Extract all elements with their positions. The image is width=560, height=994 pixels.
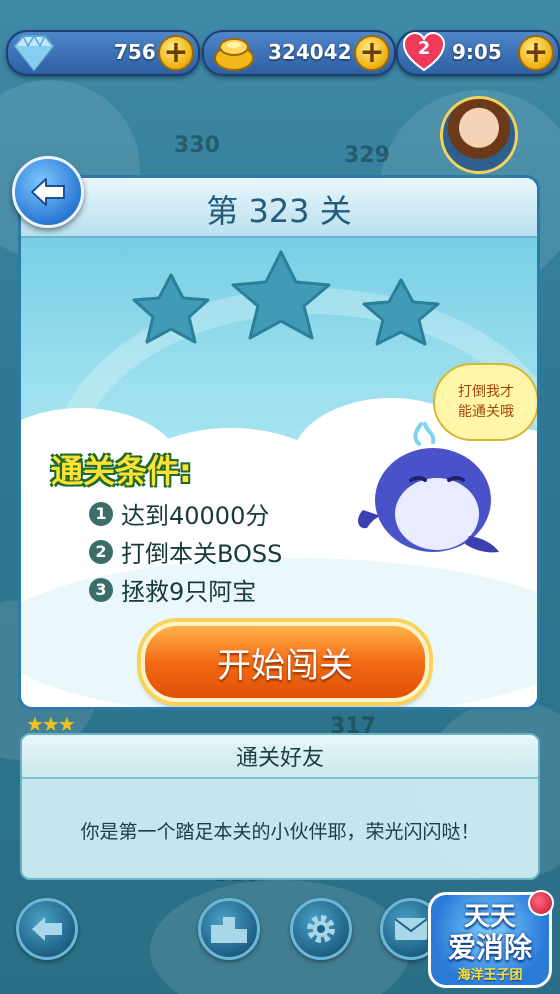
condition-item: 2 打倒本关BOSS [89, 534, 282, 569]
diamond-count: 756 [114, 40, 156, 64]
podium-icon [211, 917, 247, 943]
arrow-left-icon [32, 917, 62, 941]
star-empty-icon [362, 278, 440, 346]
settings-button[interactable] [290, 898, 352, 960]
friends-panel-title: 通关好友 [22, 735, 538, 779]
friend-avatar[interactable] [440, 96, 518, 174]
condition-item: 3 拯救9只阿宝 [89, 572, 256, 607]
start-level-button[interactable]: 开始闯关 [141, 622, 429, 702]
arrow-left-icon [31, 178, 65, 206]
friends-panel-message: 你是第一个踏足本关的小伙伴耶，荣光闪闪哒！ [80, 821, 480, 843]
diamond-icon [10, 28, 58, 76]
boss-speech-bubble: 打倒我才 能通关哦 [433, 363, 537, 441]
diamond-counter: 756 + [6, 30, 200, 76]
star-empty-icon [132, 273, 210, 344]
condition-number: 2 [89, 539, 113, 564]
add-lives-button[interactable]: + [518, 35, 554, 71]
game-logo: 天天 爱消除 海洋王子团 [424, 890, 556, 990]
dialog-header: 第 323 关 [21, 178, 537, 238]
condition-item: 1 达到40000分 [89, 496, 269, 531]
lives-count: 2 [417, 38, 431, 59]
add-coins-button[interactable]: + [354, 35, 390, 71]
map-level-number: 329 [344, 143, 390, 168]
condition-text: 达到40000分 [121, 502, 270, 530]
speech-line: 能通关哦 [458, 404, 514, 420]
leaderboard-button[interactable] [198, 898, 260, 960]
star-empty-icon [231, 250, 331, 340]
gear-icon [307, 915, 335, 943]
condition-number: 1 [89, 501, 113, 526]
coin-counter: 324042 + [202, 30, 396, 76]
speech-line: 打倒我才 [458, 384, 514, 400]
bottom-back-button[interactable] [16, 898, 78, 960]
map-level-number: 330 [174, 133, 220, 158]
add-diamonds-button[interactable]: + [158, 35, 194, 71]
logo-line: 爱消除 [447, 931, 532, 964]
heart-icon: 2 [400, 28, 448, 76]
conditions-title: 通关条件: [51, 452, 192, 490]
rose-icon [528, 890, 554, 916]
coin-pot-icon [210, 28, 258, 76]
level-start-dialog: 第 323 关 通关条件: 1 达到40000分 2 打倒本关BOSS 3 拯救… [18, 175, 540, 710]
star-rating [132, 250, 440, 346]
cleared-friends-panel: 通关好友 你是第一个踏足本关的小伙伴耶，荣光闪闪哒！ [20, 733, 540, 880]
coin-count: 324042 [268, 40, 352, 64]
condition-number: 3 [89, 577, 113, 602]
lives-counter: 2 9:05 + [396, 30, 560, 76]
condition-text: 打倒本关BOSS [121, 540, 283, 568]
logo-line: 海洋王子团 [457, 968, 523, 983]
condition-text: 拯救9只阿宝 [121, 578, 257, 606]
lives-timer: 9:05 [452, 40, 502, 64]
level-title: 第 323 关 [206, 192, 352, 230]
back-button[interactable] [12, 156, 84, 228]
